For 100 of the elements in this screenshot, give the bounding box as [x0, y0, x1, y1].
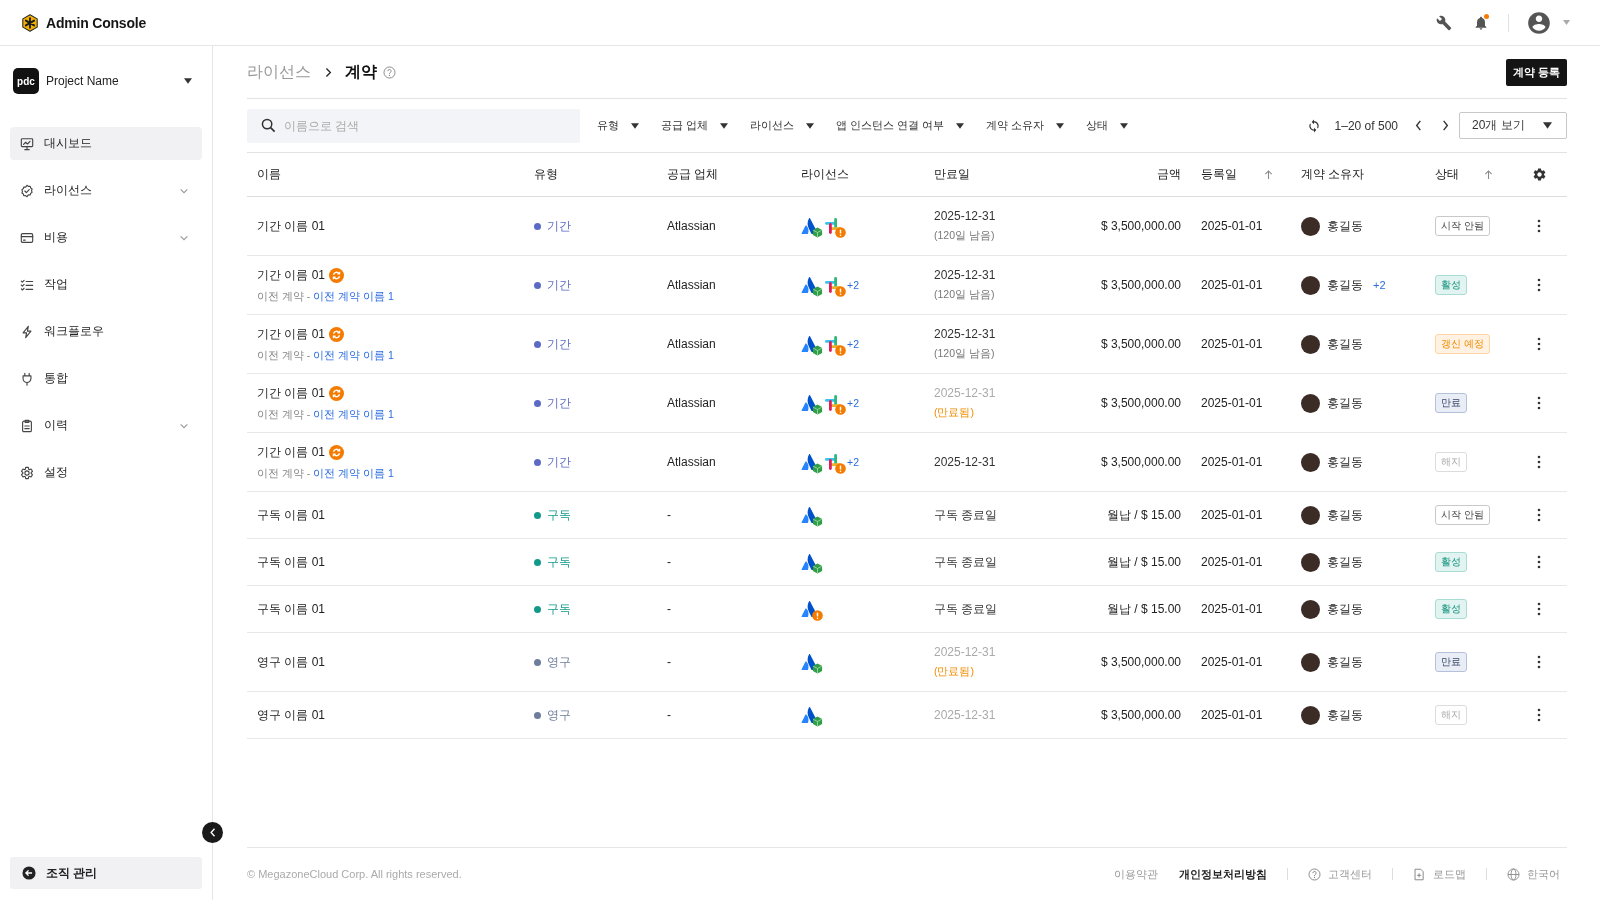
more-icon[interactable] [1537, 278, 1541, 292]
more-icon[interactable] [1537, 602, 1541, 616]
registered-date: 2025-01-01 [1201, 278, 1263, 292]
type-label: 기간 [547, 276, 571, 294]
nav-item[interactable]: 라이선스 [10, 174, 202, 207]
refresh-icon[interactable] [1306, 118, 1321, 133]
previous-contract-link[interactable]: 이전 계약 이름 1 [313, 407, 394, 422]
previous-contract-link[interactable]: 이전 계약 이름 1 [313, 289, 394, 304]
contract-name: 기간 이름 01 [257, 217, 325, 235]
filter-dropdown[interactable]: 라이선스 [750, 118, 815, 133]
search-field[interactable]: 이름으로 검색 [247, 108, 580, 143]
status-badge: 시작 안됨 [1435, 215, 1490, 237]
column-header: 금액 [1157, 166, 1181, 183]
check-badge-icon [20, 183, 34, 198]
owner-name: 홍길동 [1327, 217, 1363, 235]
card-icon [20, 230, 34, 245]
page-size-select[interactable]: 20개 보기 [1459, 112, 1567, 139]
settings-icon[interactable] [1531, 167, 1547, 182]
owner-count: +2 [1373, 279, 1386, 291]
status-badge: 활성 [1435, 274, 1467, 296]
filter-dropdown[interactable]: 상태 [1086, 118, 1129, 133]
previous-contract-label: 이전 계약 - [257, 348, 311, 363]
filter-dropdown[interactable]: 공급 업체 [661, 118, 729, 133]
bell-icon[interactable] [1473, 14, 1489, 31]
clipboard-icon [20, 418, 34, 433]
more-icon[interactable] [1537, 708, 1541, 722]
previous-contract-link[interactable]: 이전 계약 이름 1 [313, 466, 394, 481]
nav-item[interactable]: 이력 [10, 409, 202, 442]
amount-text: $ 3,500,000.00 [1100, 396, 1181, 410]
more-icon[interactable] [1537, 455, 1541, 469]
org-management-button[interactable]: 조직 관리 [10, 857, 202, 889]
more-icon[interactable] [1537, 337, 1541, 351]
amount-text: $ 3,500,000.00 [1100, 708, 1181, 722]
nav-item[interactable]: 워크플로우 [10, 315, 202, 348]
previous-contract-link[interactable]: 이전 계약 이름 1 [313, 348, 394, 363]
expiry-note: (만료됨) [934, 665, 974, 679]
footer-link[interactable]: 개인정보처리방침 [1179, 866, 1267, 882]
page-range: 1–20 of 500 [1334, 118, 1398, 133]
license-count: +2 [847, 338, 859, 350]
more-icon[interactable] [1537, 219, 1541, 233]
registered-date: 2025-01-01 [1201, 396, 1263, 410]
nav-item[interactable]: 설정 [10, 456, 202, 489]
column-header: 유형 [534, 166, 558, 183]
type-label: 기간 [547, 217, 571, 235]
back-arrow-icon [22, 866, 36, 880]
amount-text: $ 3,500,000.00 [1100, 655, 1181, 669]
contract-name: 구독 이름 01 [257, 506, 325, 524]
filter-dropdown[interactable]: 유형 [597, 118, 639, 133]
nav-item[interactable]: 대시보드 [10, 127, 202, 160]
type-label: 기간 [547, 394, 571, 412]
registered-date: 2025-01-01 [1201, 455, 1263, 469]
nav-item[interactable]: 통합 [10, 362, 202, 395]
sort-arrow-icon[interactable] [1264, 169, 1273, 180]
more-icon[interactable] [1537, 555, 1541, 569]
nav-item[interactable]: 작업 [10, 268, 202, 301]
nav-item[interactable]: 비용 [10, 221, 202, 254]
expiry-date: 2025-12-31 [934, 645, 996, 659]
filter-dropdown[interactable]: 앱 인스턴스 연결 여부 [836, 118, 965, 133]
amount-text: $ 3,500,000.00 [1100, 278, 1181, 292]
wrench-icon[interactable] [1436, 14, 1452, 31]
chevron-left-icon[interactable] [1415, 120, 1422, 131]
vendor-name: - [667, 508, 671, 522]
chevron-left-icon [209, 828, 216, 837]
register-contract-button[interactable]: 계약 등록 [1505, 58, 1567, 86]
registered-date: 2025-01-01 [1201, 602, 1263, 616]
filter-dropdown[interactable]: 계약 소유자 [986, 118, 1065, 133]
chevron-right-icon[interactable] [1442, 120, 1449, 131]
expiry-date: 2025-12-31 [934, 268, 996, 282]
more-icon[interactable] [1537, 396, 1541, 410]
expiry-date: 구독 종료일 [934, 553, 998, 571]
contract-name: 기간 이름 01 [257, 325, 325, 343]
project-name[interactable]: Project Name [46, 74, 184, 88]
vendor-name: Atlassian [667, 278, 716, 292]
collapse-button[interactable] [202, 822, 223, 843]
amount-text: 월납 / $ 15.00 [1106, 600, 1181, 618]
contract-name: 구독 이름 01 [257, 553, 325, 571]
avatar-icon [1301, 552, 1320, 572]
page-title: 계약 [345, 61, 377, 82]
more-icon[interactable] [1537, 655, 1541, 669]
expiry-note: (만료됨) [934, 406, 974, 420]
vendor-name: - [667, 708, 671, 722]
expiry-date: 구독 종료일 [934, 506, 998, 524]
vendor-name: Atlassian [667, 396, 716, 410]
type-label: 기간 [547, 453, 571, 471]
avatar-icon [1301, 505, 1320, 525]
owner-name: 홍길동 [1327, 706, 1363, 724]
caret-icon[interactable] [184, 78, 192, 84]
sort-arrow-icon[interactable] [1484, 169, 1493, 180]
more-icon[interactable] [1537, 508, 1541, 522]
caret-icon [631, 122, 639, 129]
type-label: 영구 [547, 653, 571, 671]
owner-name: 홍길동 [1327, 335, 1363, 353]
avatar-icon [1301, 275, 1320, 295]
globe-icon [1507, 867, 1520, 881]
vendor-name: - [667, 655, 671, 669]
status-badge: 해지 [1435, 704, 1467, 726]
user-avatar-icon[interactable] [1526, 9, 1552, 36]
amount-text: $ 3,500,000.00 [1100, 219, 1181, 233]
owner-name: 홍길동 [1327, 553, 1363, 571]
amount-text: $ 3,500,000.00 [1100, 337, 1181, 351]
